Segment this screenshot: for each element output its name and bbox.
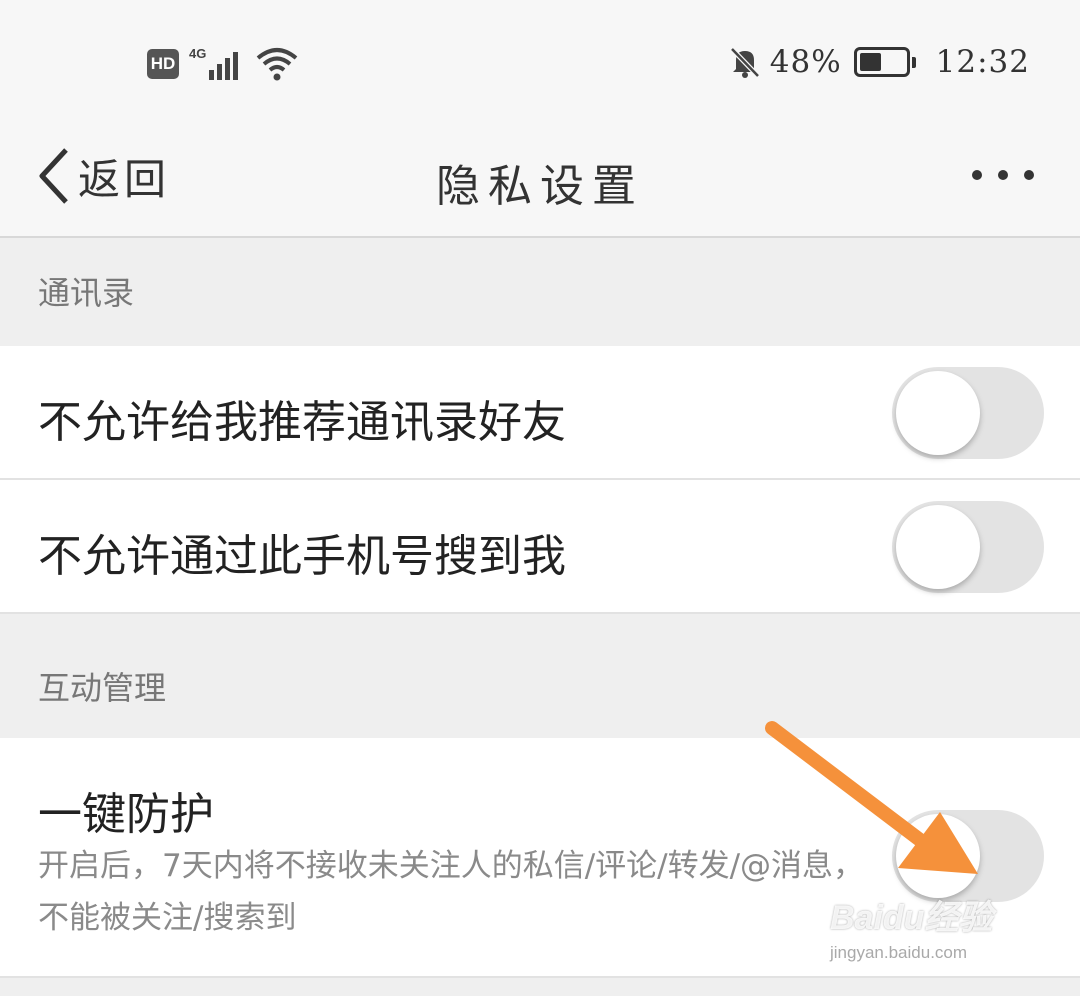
section-header-interaction: 互动管理 <box>0 614 1080 738</box>
battery-icon <box>853 47 916 77</box>
setting-label: 一键防护 <box>38 789 214 840</box>
hd-icon: HD <box>147 49 179 79</box>
wifi-icon <box>256 48 298 81</box>
toggle-knob <box>896 505 980 589</box>
setting-label: 不允许给我推荐通讯录好友 <box>38 397 566 448</box>
bell-muted-icon <box>729 47 760 78</box>
setting-row-no-recommend: 不允许给我推荐通讯录好友 <box>0 346 1080 480</box>
watermark-url: jingyan.baidu.com <box>830 943 968 962</box>
section-header-contacts: 通讯录 <box>0 240 1080 346</box>
watermark: Baidu经验 jingyan.baidu.com <box>830 890 1030 980</box>
battery-fill <box>859 53 881 71</box>
more-icon[interactable] <box>972 170 1034 180</box>
setting-row-no-phone-search: 不允许通过此手机号搜到我 <box>0 480 1080 614</box>
toggle-no-recommend[interactable] <box>892 367 1044 459</box>
nav-bar: 返回 隐私设置 <box>0 120 1080 238</box>
signal-icon: 4G <box>189 46 245 82</box>
battery-percent: 48% <box>769 44 842 80</box>
toggle-no-phone-search[interactable] <box>892 501 1044 593</box>
toggle-knob <box>896 814 980 898</box>
toggle-one-key-protect[interactable] <box>892 810 1044 902</box>
clock: 12:32 <box>935 44 1030 80</box>
toggle-knob <box>896 371 980 455</box>
status-left: HD 4G <box>147 46 299 82</box>
setting-label: 不允许通过此手机号搜到我 <box>38 531 566 582</box>
status-right: 48% 12:32 <box>728 44 1030 80</box>
page-title: 隐私设置 <box>436 161 644 212</box>
watermark-logo: Baidu经验 <box>830 899 993 937</box>
setting-description: 开启后，7天内将不接收未关注人的私信/评论/转发/@消息，不能被关注/搜索到 <box>38 848 865 936</box>
status-bar: HD 4G 48% 12:32 <box>0 0 1080 120</box>
